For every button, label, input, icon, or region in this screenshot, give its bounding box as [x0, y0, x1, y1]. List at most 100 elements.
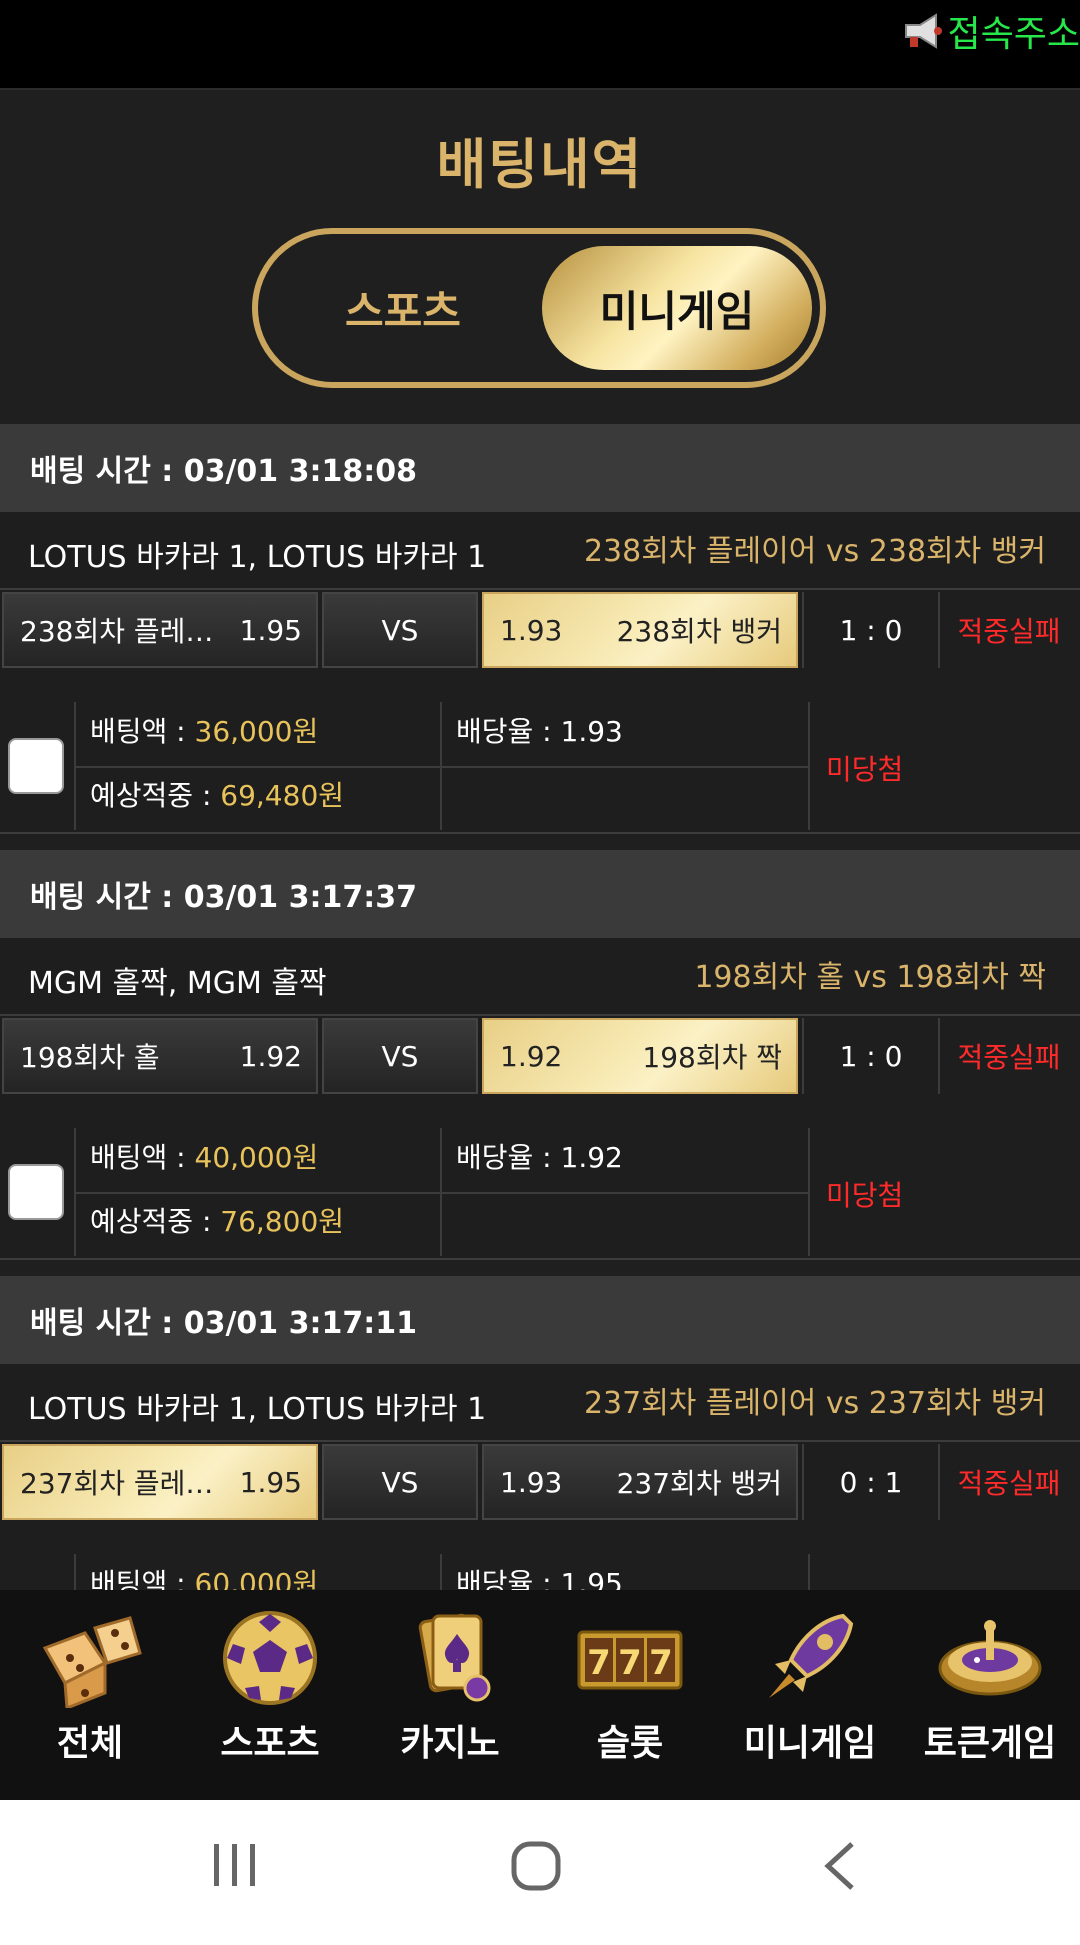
- notice-text[interactable]: 접속주소: [948, 5, 1080, 57]
- nav-item-casino[interactable]: 카지노: [360, 1608, 540, 1788]
- nav-item-all[interactable]: 전체: [0, 1608, 180, 1788]
- pick-vs: VS: [322, 1444, 478, 1520]
- svg-text:7: 7: [649, 1643, 673, 1683]
- bet-time-header: 배팅 시간 : 03/01 3:17:37: [0, 850, 1080, 938]
- nav-label: 전체: [56, 1723, 124, 1764]
- expected-amount: 76,800원: [220, 1205, 345, 1238]
- pick-away-name: 237회차 뱅커: [616, 1467, 782, 1500]
- pick-home-button[interactable]: 237회차 플레… 1.95: [2, 1444, 318, 1520]
- pick-home-button[interactable]: 238회차 플레… 1.95: [2, 592, 318, 668]
- match-description: 237회차 플레이어 vs 237회차 뱅커: [583, 1386, 1046, 1421]
- bet-amount-label: 배팅액 :: [90, 1141, 195, 1174]
- result-status: 적중실패: [957, 615, 1061, 648]
- top-bar: 접속주소: [0, 0, 1080, 88]
- win-status: 미당첨: [826, 1179, 904, 1212]
- select-checkbox[interactable]: [8, 1164, 64, 1220]
- divider: [0, 88, 1080, 90]
- nav-label: 스포츠: [220, 1723, 320, 1764]
- match-description: 198회차 홀 vs 198회차 짝: [694, 960, 1046, 995]
- bet-amount-row: 배팅액 : 36,000원: [90, 710, 318, 750]
- nav-item-minigame[interactable]: 미니게임: [720, 1608, 900, 1788]
- back-icon[interactable]: [820, 1840, 860, 1892]
- nav-label: 슬롯: [596, 1723, 664, 1764]
- score: 0 : 1: [802, 1444, 940, 1520]
- svg-text:7: 7: [618, 1643, 642, 1683]
- pick-row: 198회차 홀 1.92 VS 1.92 198회차 짝 1 : 0 적중실패: [0, 1014, 1080, 1102]
- game-row: LOTUS 바카라 1, LOTUS 바카라 1 237회차 플레이어 vs 2…: [0, 1364, 1080, 1440]
- match-description: 238회차 플레이어 vs 238회차 뱅커: [583, 534, 1046, 569]
- megaphone-icon: [904, 13, 942, 49]
- pick-away-odds: 1.92: [500, 1039, 563, 1073]
- pick-away-name: 198회차 짝: [642, 1041, 782, 1074]
- pick-home-odds: 1.92: [239, 1039, 302, 1073]
- select-checkbox[interactable]: [8, 738, 64, 794]
- pick-home-odds: 1.95: [239, 613, 302, 647]
- odds-label: 배당율 : 1.93: [456, 715, 623, 748]
- home-icon[interactable]: [510, 1840, 562, 1892]
- pick-home-button[interactable]: 198회차 홀 1.92: [2, 1018, 318, 1094]
- bet-detail: 배팅액 : 36,000원 배당율 : 1.93 예상적중 : 69,480원 …: [0, 672, 1080, 834]
- pick-home-name: 198회차 홀: [20, 1041, 160, 1074]
- bottom-nav: 전체 스포츠 카지노 7 7 7 슬롯 미니게임 토큰게임: [0, 1590, 1080, 1800]
- soccer-ball-icon: [223, 1611, 317, 1705]
- tab-minigame[interactable]: 미니게임: [542, 246, 812, 370]
- result-status: 적중실패: [957, 1467, 1061, 1500]
- score: 1 : 0: [802, 1018, 940, 1094]
- odds-label: 배당율 : 1.92: [456, 1141, 623, 1174]
- pick-row: 238회차 플레… 1.95 VS 1.93 238회차 뱅커 1 : 0 적중…: [0, 588, 1080, 676]
- slot-777-icon: 7 7 7: [577, 1630, 683, 1690]
- expected-label: 예상적중 :: [90, 1205, 221, 1238]
- divider: [74, 1192, 808, 1194]
- win-status: 미당첨: [826, 753, 904, 786]
- pick-away-button[interactable]: 1.93 237회차 뱅커: [482, 1444, 798, 1520]
- expected-label: 예상적중 :: [90, 779, 221, 812]
- pick-away-odds: 1.93: [500, 1465, 563, 1499]
- bet-detail: 배팅액 : 40,000원 배당율 : 1.92 예상적중 : 76,800원 …: [0, 1098, 1080, 1260]
- tab-sports[interactable]: 스포츠: [278, 246, 528, 370]
- divider: [808, 1128, 810, 1256]
- roulette-icon: [938, 1620, 1042, 1696]
- bet-amount-label: 배팅액 :: [90, 715, 195, 748]
- recent-apps-icon[interactable]: [210, 1840, 260, 1890]
- game-row: LOTUS 바카라 1, LOTUS 바카라 1 238회차 플레이어 vs 2…: [0, 512, 1080, 588]
- result-status: 적중실패: [957, 1041, 1061, 1074]
- game-name: LOTUS 바카라 1, LOTUS 바카라 1: [28, 1392, 487, 1427]
- bet-time-header: 배팅 시간 : 03/01 3:17:11: [0, 1276, 1080, 1364]
- expected-win-row: 예상적중 : 69,480원: [90, 774, 344, 814]
- pick-vs: VS: [322, 1018, 478, 1094]
- expected-win-row: 예상적중 : 76,800원: [90, 1200, 344, 1240]
- bet-time: 배팅 시간 : 03/01 3:18:08: [30, 454, 417, 489]
- pick-home-name: 237회차 플레…: [20, 1467, 214, 1500]
- divider: [808, 702, 810, 830]
- playing-cards-icon: [418, 1613, 491, 1702]
- nav-item-tokengame[interactable]: 토큰게임: [900, 1608, 1080, 1788]
- nav-label: 카지노: [400, 1723, 500, 1764]
- pick-away-button[interactable]: 1.93 238회차 뱅커: [482, 592, 798, 668]
- pick-away-button[interactable]: 1.92 198회차 짝: [482, 1018, 798, 1094]
- pick-home-name: 238회차 플레…: [20, 615, 214, 648]
- system-nav-bar: [0, 1800, 1080, 1945]
- pick-away-name: 238회차 뱅커: [616, 615, 782, 648]
- notice-link[interactable]: 접속주소: [900, 6, 1080, 56]
- bet-amount-row: 배팅액 : 40,000원: [90, 1136, 318, 1176]
- bet-time: 배팅 시간 : 03/01 3:17:11: [30, 1306, 417, 1341]
- nav-item-slot[interactable]: 7 7 7 슬롯: [540, 1608, 720, 1788]
- expected-amount: 69,480원: [220, 779, 345, 812]
- pick-away-odds: 1.93: [500, 613, 563, 647]
- pick-home-odds: 1.95: [239, 1465, 302, 1499]
- nav-label: 토큰게임: [923, 1723, 1057, 1764]
- bet-time-header: 배팅 시간 : 03/01 3:18:08: [0, 424, 1080, 512]
- rocket-icon: [769, 1613, 854, 1698]
- page-title: 배팅내역: [436, 133, 644, 196]
- game-name: LOTUS 바카라 1, LOTUS 바카라 1: [28, 540, 487, 575]
- bet-amount: 36,000원: [194, 715, 319, 748]
- tab-switch: 스포츠 미니게임: [252, 228, 826, 388]
- divider: [74, 766, 808, 768]
- pick-row: 237회차 플레… 1.95 VS 1.93 237회차 뱅커 0 : 1 적중…: [0, 1440, 1080, 1528]
- nav-item-sports[interactable]: 스포츠: [180, 1608, 360, 1788]
- game-row: MGM 홀짝, MGM 홀짝 198회차 홀 vs 198회차 짝: [0, 938, 1080, 1014]
- dice-icon: [42, 1616, 142, 1708]
- bet-amount: 40,000원: [194, 1141, 319, 1174]
- svg-text:7: 7: [587, 1643, 611, 1683]
- pick-vs: VS: [322, 592, 478, 668]
